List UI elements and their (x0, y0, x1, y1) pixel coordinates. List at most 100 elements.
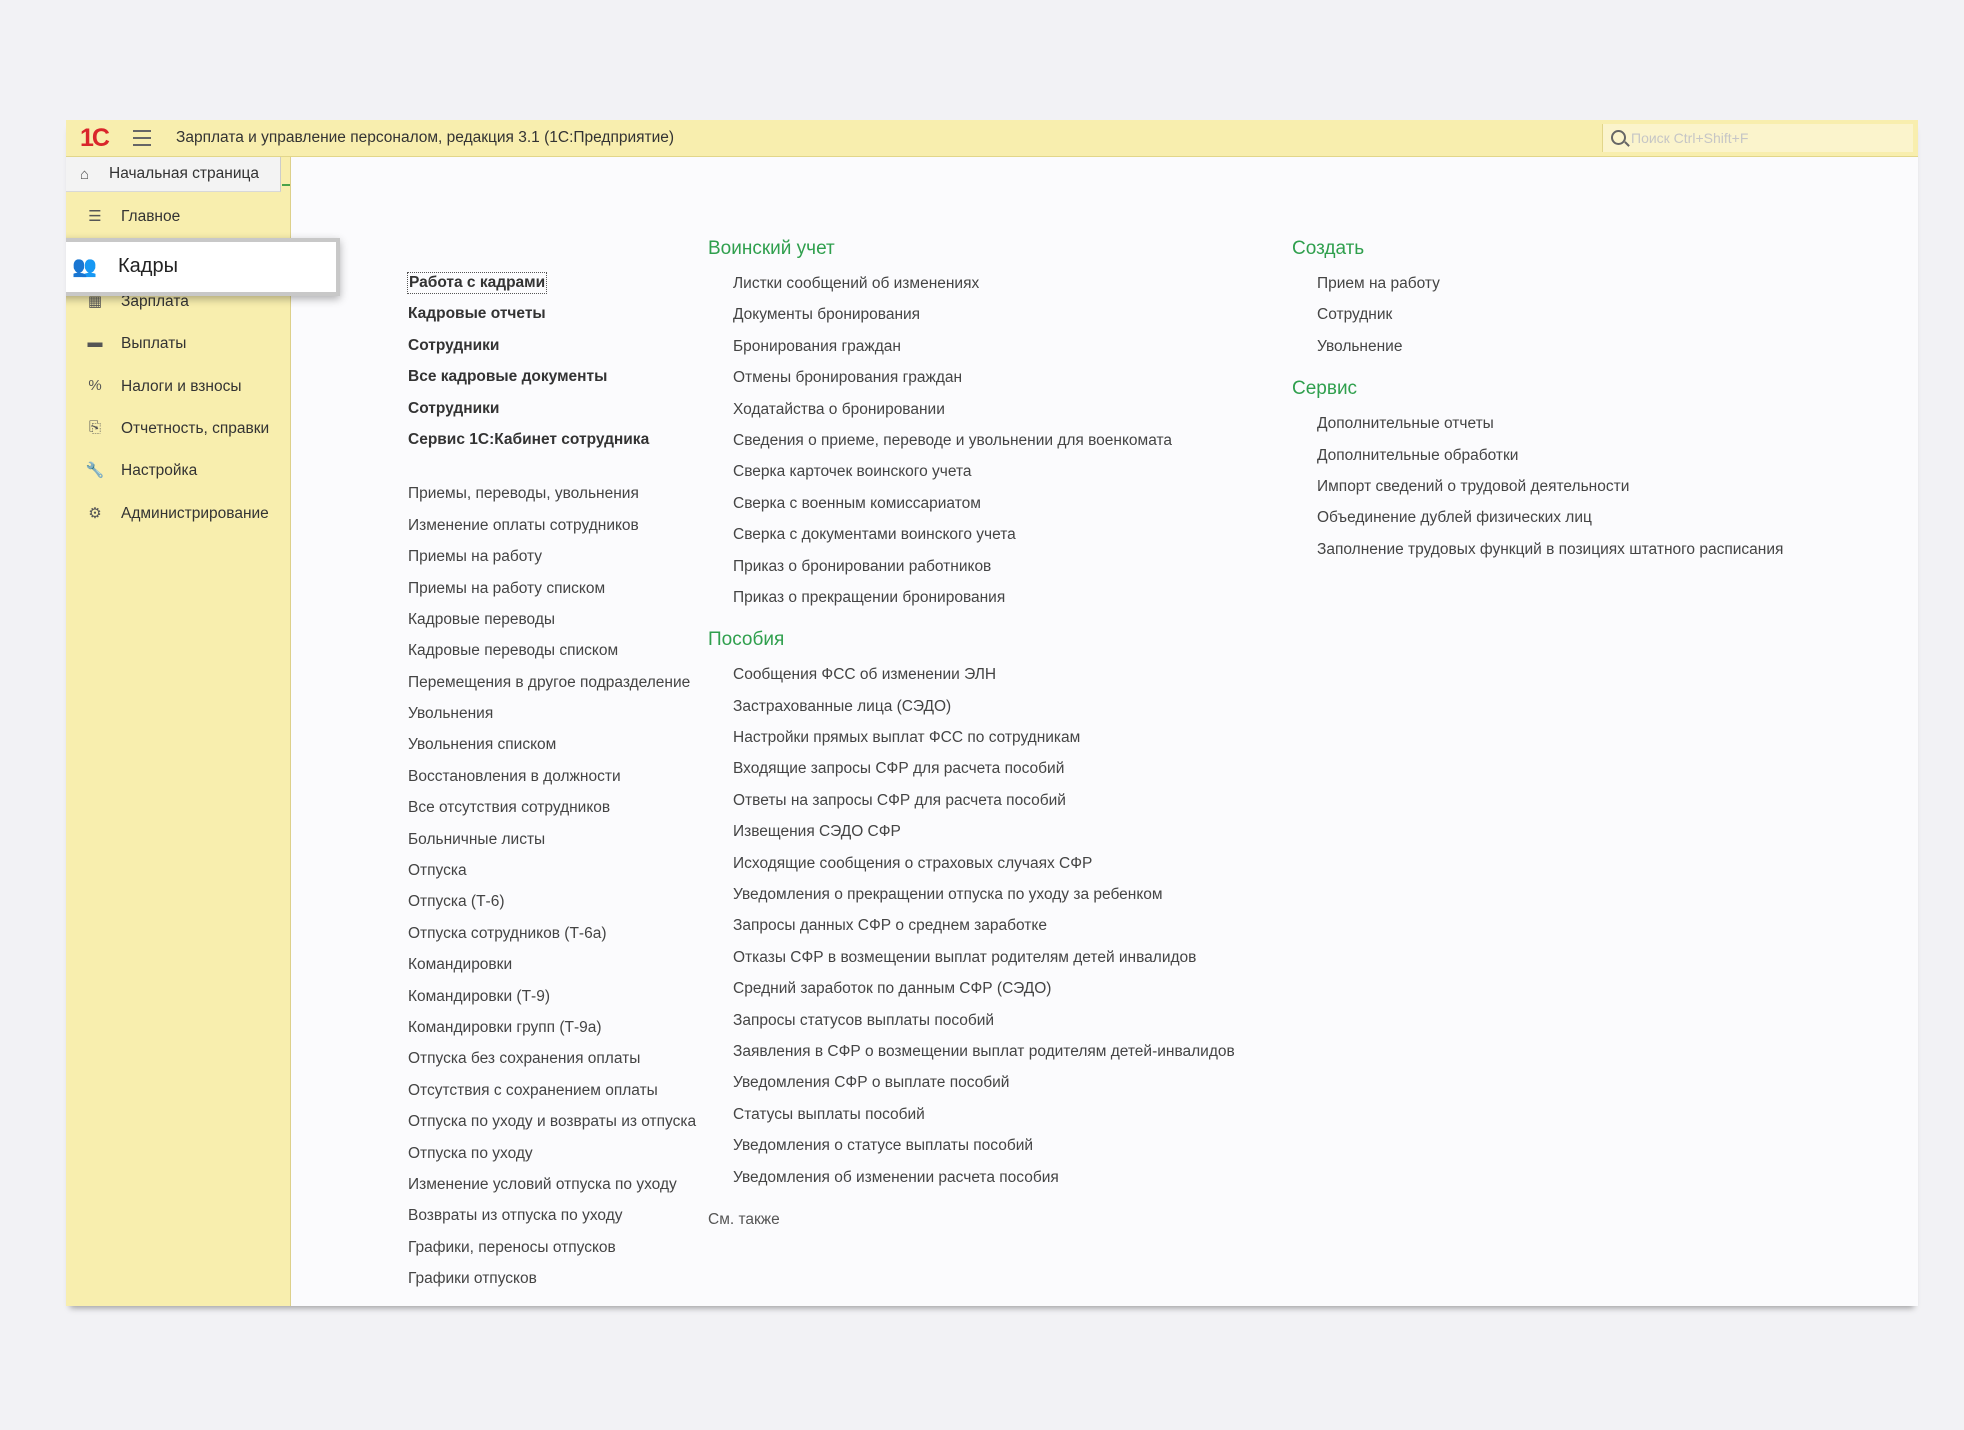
section-title-service: Сервис (1292, 378, 1358, 400)
list-item-link[interactable]: Ответы на запросы СФР для расчета пособи… (708, 785, 1235, 816)
sidebar-item-reports[interactable]: ⎘ Отчетность, справки (66, 412, 290, 446)
list-item-link[interactable]: Возвраты из отпуска по уходу (408, 1200, 696, 1231)
app-logo: 1С (80, 124, 110, 152)
list-item-link[interactable]: Восстановления в должности (408, 761, 696, 792)
list-item-link[interactable]: Приемы на работу списком (408, 573, 696, 604)
list-item-link[interactable]: Отпуска (408, 855, 696, 886)
list-item-link[interactable]: Запросы данных СФР о среднем заработке (708, 910, 1235, 941)
list-item-link[interactable]: Сверка с военным комиссариатом (708, 488, 1235, 519)
see-also-link[interactable]: См. также (708, 1204, 1235, 1235)
home-icon: ⌂ (80, 166, 90, 183)
list-item-link[interactable]: Документы бронирования (708, 299, 1235, 330)
percent-icon: % (88, 377, 102, 394)
users-icon: 👥 (72, 256, 97, 278)
sidebar-item-main[interactable]: ☰ Главное (66, 200, 290, 234)
list-item-link[interactable]: Кадровые переводы (408, 604, 696, 635)
list-item-link[interactable]: Отпуска сотрудников (Т-6а) (408, 918, 696, 949)
sidebar-item-label: Настройка (121, 462, 198, 479)
list-item-link[interactable]: Импорт сведений о трудовой деятельности (1292, 471, 1783, 502)
list-item-link[interactable]: Уведомления о прекращении отпуска по ухо… (708, 879, 1235, 910)
list-item-link[interactable]: Заявления в СФР о возмещении выплат роди… (708, 1036, 1235, 1067)
list-item-link[interactable]: Сведения о приеме, переводе и увольнении… (708, 425, 1235, 456)
list-item-link[interactable]: Исходящие сообщения о страховых случаях … (708, 848, 1235, 879)
list-item-link[interactable]: Статусы выплаты пособий (708, 1099, 1235, 1130)
list-item-link[interactable]: Увольнение (1292, 331, 1783, 362)
list-item-link[interactable]: Сверка с документами воинского учета (708, 519, 1235, 550)
list-item-link[interactable]: Увольнения списком (408, 729, 696, 760)
sidebar-item-label: Кадры (118, 255, 178, 277)
list-item-link[interactable]: Отмены бронирования граждан (708, 362, 1235, 393)
list-item-link[interactable]: Отпуска по уходу (408, 1138, 696, 1169)
link-hr-work[interactable]: Работа с кадрами (407, 267, 696, 298)
list-item-link[interactable]: Приемы на работу (408, 541, 696, 572)
sidebar-item-hr[interactable]: 👥 Кадры (66, 238, 340, 296)
search-box[interactable] (1602, 124, 1913, 152)
menu-icon[interactable] (133, 130, 151, 146)
list-item-link[interactable]: Застрахованные лица (СЭДО) (708, 691, 1235, 722)
list-item-link[interactable]: Отпуска без сохранения оплаты (408, 1043, 696, 1074)
list-item-link[interactable]: Сообщения ФСС об изменении ЭЛН (708, 659, 1235, 690)
list-item-link[interactable]: Отказы СФР в возмещении выплат родителям… (708, 942, 1235, 973)
list-item-link[interactable]: Дополнительные обработки (1292, 440, 1783, 471)
search-input[interactable] (1629, 127, 1903, 149)
column-create-service: Создать Прием на работу Сотрудник Увольнен… (1292, 230, 1783, 565)
title-bar: 1С Зарплата и управление персоналом, ред… (66, 120, 1918, 157)
list-item-link[interactable]: Дополнительные отчеты (1292, 408, 1783, 439)
list-item-link[interactable]: Сверка карточек воинского учета (708, 456, 1235, 487)
list-item-link[interactable]: Приказ о прекращении бронирования (708, 582, 1235, 613)
window-title: Зарплата и управление персоналом, редакц… (176, 129, 675, 146)
list-item-link[interactable]: Настройки прямых выплат ФСС по сотрудник… (708, 722, 1235, 753)
tab-marker (282, 184, 290, 186)
list-item-link[interactable]: Все отсутствия сотрудников (408, 792, 696, 823)
list-item-link[interactable]: Приказ о бронировании работников (708, 551, 1235, 582)
app-window: 1С Зарплата и управление персоналом, ред… (66, 120, 1918, 1306)
list-item-link[interactable]: Запросы статусов выплаты пособий (708, 1005, 1235, 1036)
link-employees-2[interactable]: Сотрудники (408, 393, 696, 424)
tab-home-label: Начальная страница (109, 165, 259, 182)
list-item-link[interactable]: Прием на работу (1292, 268, 1783, 299)
list-item-link[interactable]: Отсутствия с сохранением оплаты (408, 1075, 696, 1106)
tab-home[interactable]: ⌂ Начальная страница (66, 157, 281, 192)
list-item-link[interactable]: Входящие запросы СФР для расчета пособий (708, 753, 1235, 784)
list-item-link[interactable]: Уведомления об изменении расчета пособия (708, 1162, 1235, 1193)
list-item-link[interactable]: Графики отпусков (408, 1263, 696, 1294)
list-item-link[interactable]: Командировки (408, 949, 696, 980)
link-hr-reports[interactable]: Кадровые отчеты (408, 298, 696, 329)
documents-icon: ⎘ (88, 419, 101, 436)
list-item-link[interactable]: Заполнение трудовых функций в позициях ш… (1292, 534, 1783, 565)
list-item-link[interactable]: Кадровые переводы списком (408, 635, 696, 666)
list-item-link[interactable]: Сотрудник (1292, 299, 1783, 330)
list-item-link[interactable]: Отпуска (Т-6) (408, 886, 696, 917)
wrench-icon: 🔧 (85, 462, 105, 479)
link-employees[interactable]: Сотрудники (408, 330, 696, 361)
sidebar-item-label: Выплаты (121, 335, 187, 352)
list-item-link[interactable]: Приемы, переводы, увольнения (408, 478, 696, 509)
list-item-link[interactable]: Больничные листы (408, 824, 696, 855)
link-all-hr-documents[interactable]: Все кадровые документы (408, 361, 696, 392)
list-item-link[interactable]: Листки сообщений об изменениях (708, 268, 1235, 299)
list-item-link[interactable]: Перемещения в другое подразделение (408, 667, 696, 698)
list-item-link[interactable]: Командировки групп (Т-9а) (408, 1012, 696, 1043)
list-item-link[interactable]: Средний заработок по данным СФР (СЭДО) (708, 973, 1235, 1004)
list-item-link[interactable]: Ходатайства о бронировании (708, 394, 1235, 425)
list-item-link[interactable]: Уведомления о статусе выплаты пособий (708, 1130, 1235, 1161)
list-item-link[interactable]: Изменение оплаты сотрудников (408, 510, 696, 541)
section-title-benefits: Пособия (708, 629, 785, 651)
gear-icon: ⚙ (88, 505, 102, 522)
link-employee-cabinet[interactable]: Сервис 1С:Кабинет сотрудника (408, 424, 696, 455)
sidebar-item-payments[interactable]: ▬ Выплаты (66, 327, 290, 361)
list-item-link[interactable]: Объединение дублей физических лиц (1292, 502, 1783, 533)
list-item-link[interactable]: Увольнения (408, 698, 696, 729)
sidebar-item-admin[interactable]: ⚙ Администрирование (66, 497, 290, 531)
sidebar-item-settings[interactable]: 🔧 Настройка (66, 454, 290, 488)
list-item-link[interactable]: Извещения СЭДО СФР (708, 816, 1235, 847)
list-item-link[interactable]: Графики, переносы отпусков (408, 1232, 696, 1263)
list-item-link[interactable]: Отпуска по уходу и возвраты из отпуска (408, 1106, 696, 1137)
main-content: Работа с кадрами Кадровые отчеты Сотрудн… (290, 157, 1918, 1306)
column-hr: Работа с кадрами Кадровые отчеты Сотрудн… (407, 267, 696, 1295)
list-item-link[interactable]: Уведомления СФР о выплате пособий (708, 1067, 1235, 1098)
list-item-link[interactable]: Бронирования граждан (708, 331, 1235, 362)
sidebar-item-taxes[interactable]: % Налоги и взносы (66, 370, 290, 404)
list-item-link[interactable]: Командировки (Т-9) (408, 981, 696, 1012)
list-item-link[interactable]: Изменение условий отпуска по уходу (408, 1169, 696, 1200)
